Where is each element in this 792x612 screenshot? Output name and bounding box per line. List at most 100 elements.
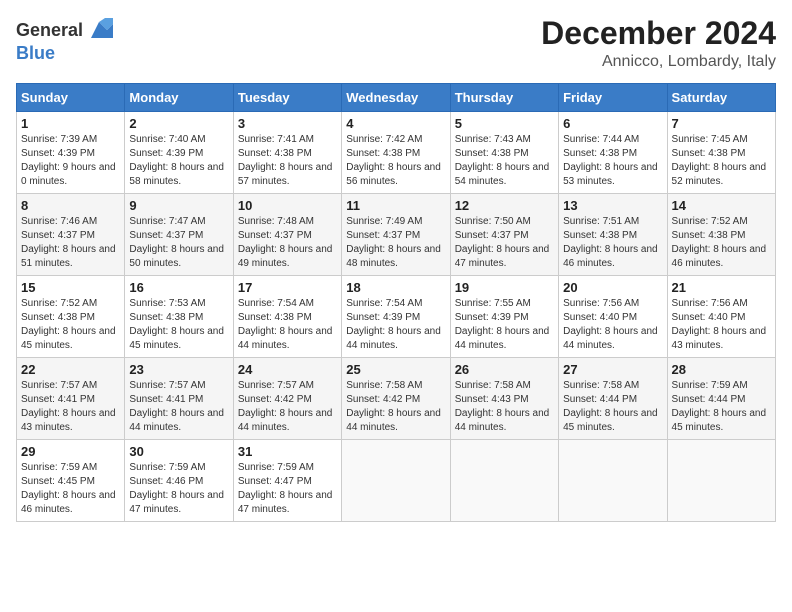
day-cell: 1 Sunrise: 7:39 AMSunset: 4:39 PMDaylight… xyxy=(17,112,125,194)
day-number: 14 xyxy=(672,198,771,213)
day-cell: 26 Sunrise: 7:58 AMSunset: 4:43 PMDayligh… xyxy=(450,358,558,440)
day-cell: 4 Sunrise: 7:42 AMSunset: 4:38 PMDaylight… xyxy=(342,112,450,194)
day-cell: 10Sunrise: 7:48 AMSunset: 4:37 PMDayligh… xyxy=(233,194,341,276)
day-number: 9 xyxy=(129,198,228,213)
week-row-5: 29Sunrise: 7:59 AMSunset: 4:45 PMDayligh… xyxy=(17,440,776,522)
day-number: 22 xyxy=(21,362,120,377)
col-header-friday: Friday xyxy=(559,84,667,112)
day-cell: 20Sunrise: 7:56 AMSunset: 4:40 PMDayligh… xyxy=(559,276,667,358)
week-row-1: 1 Sunrise: 7:39 AMSunset: 4:39 PMDaylight… xyxy=(17,112,776,194)
title-area: December 2024 Annicco, Lombardy, Italy xyxy=(541,16,776,71)
day-info: Sunrise: 7:52 AMSunset: 4:38 PMDaylight:… xyxy=(21,297,120,353)
day-number: 28 xyxy=(672,362,771,377)
day-cell: 24 Sunrise: 7:57 AMSunset: 4:42 PMDayligh… xyxy=(233,358,341,440)
day-cell: 21 Sunrise: 7:56 AMSunset: 4:40 PMDayligh… xyxy=(667,276,775,358)
day-info: Sunrise: 7:55 AMSunset: 4:39 PMDaylight:… xyxy=(455,297,554,353)
col-header-tuesday: Tuesday xyxy=(233,84,341,112)
day-info: Sunrise: 7:57 AMSunset: 4:41 PMDaylight:… xyxy=(129,379,228,435)
day-number: 6 xyxy=(563,116,662,131)
day-cell: 29Sunrise: 7:59 AMSunset: 4:45 PMDayligh… xyxy=(17,440,125,522)
day-cell xyxy=(559,440,667,522)
day-number: 31 xyxy=(238,444,337,459)
logo-text-general: General xyxy=(16,21,83,39)
day-info: Sunrise: 7:47 AMSunset: 4:37 PMDaylight:… xyxy=(129,215,228,271)
page-header: General Blue December 2024 Annicco, Lomb… xyxy=(16,16,776,71)
day-cell: 13Sunrise: 7:51 AMSunset: 4:38 PMDayligh… xyxy=(559,194,667,276)
day-number: 17 xyxy=(238,280,337,295)
day-cell xyxy=(342,440,450,522)
day-cell: 22Sunrise: 7:57 AMSunset: 4:41 PMDayligh… xyxy=(17,358,125,440)
day-info: Sunrise: 7:57 AMSunset: 4:42 PMDaylight:… xyxy=(238,379,337,435)
day-info: Sunrise: 7:41 AMSunset: 4:38 PMDaylight:… xyxy=(238,133,337,189)
col-header-sunday: Sunday xyxy=(17,84,125,112)
day-info: Sunrise: 7:44 AMSunset: 4:38 PMDaylight:… xyxy=(563,133,662,189)
day-number: 23 xyxy=(129,362,228,377)
day-cell: 2Sunrise: 7:40 AMSunset: 4:39 PMDaylight… xyxy=(125,112,233,194)
col-header-saturday: Saturday xyxy=(667,84,775,112)
day-number: 26 xyxy=(455,362,554,377)
day-info: Sunrise: 7:59 AMSunset: 4:46 PMDaylight:… xyxy=(129,461,228,517)
day-cell: 16Sunrise: 7:53 AMSunset: 4:38 PMDayligh… xyxy=(125,276,233,358)
day-info: Sunrise: 7:58 AMSunset: 4:42 PMDaylight:… xyxy=(346,379,445,435)
day-number: 11 xyxy=(346,198,445,213)
day-number: 29 xyxy=(21,444,120,459)
day-info: Sunrise: 7:48 AMSunset: 4:37 PMDaylight:… xyxy=(238,215,337,271)
day-number: 24 xyxy=(238,362,337,377)
day-info: Sunrise: 7:46 AMSunset: 4:37 PMDaylight:… xyxy=(21,215,120,271)
day-cell: 7 Sunrise: 7:45 AMSunset: 4:38 PMDaylight… xyxy=(667,112,775,194)
day-info: Sunrise: 7:59 AMSunset: 4:47 PMDaylight:… xyxy=(238,461,337,517)
logo-icon xyxy=(85,16,113,44)
day-number: 30 xyxy=(129,444,228,459)
day-cell: 18Sunrise: 7:54 AMSunset: 4:39 PMDayligh… xyxy=(342,276,450,358)
day-number: 12 xyxy=(455,198,554,213)
month-title: December 2024 xyxy=(541,16,776,51)
location-title: Annicco, Lombardy, Italy xyxy=(541,53,776,71)
day-info: Sunrise: 7:54 AMSunset: 4:38 PMDaylight:… xyxy=(238,297,337,353)
week-row-4: 22 Sunrise: 7:57 AMSunset: 4:41 PMDayligh… xyxy=(17,358,776,440)
day-cell: 9 Sunrise: 7:47 AMSunset: 4:37 PMDaylight… xyxy=(125,194,233,276)
week-row-3: 15Sunrise: 7:52 AMSunset: 4:38 PMDayligh… xyxy=(17,276,776,358)
day-number: 5 xyxy=(455,116,554,131)
day-cell: 6 Sunrise: 7:44 AMSunset: 4:38 PMDaylight… xyxy=(559,112,667,194)
day-cell: 17 Sunrise: 7:54 AMSunset: 4:38 PMDayligh… xyxy=(233,276,341,358)
header-row: SundayMondayTuesdayWednesdayThursdayFrid… xyxy=(17,84,776,112)
day-info: Sunrise: 7:56 AMSunset: 4:40 PMDaylight:… xyxy=(672,297,771,353)
day-info: Sunrise: 7:58 AMSunset: 4:43 PMDaylight:… xyxy=(455,379,554,435)
logo: General Blue xyxy=(16,16,113,64)
day-cell: 31 Sunrise: 7:59 AMSunset: 4:47 PMDayligh… xyxy=(233,440,341,522)
day-cell: 30 Sunrise: 7:59 AMSunset: 4:46 PMDayligh… xyxy=(125,440,233,522)
day-info: Sunrise: 7:59 AMSunset: 4:44 PMDaylight:… xyxy=(672,379,771,435)
day-number: 1 xyxy=(21,116,120,131)
day-info: Sunrise: 7:45 AMSunset: 4:38 PMDaylight:… xyxy=(672,133,771,189)
day-info: Sunrise: 7:39 AMSunset: 4:39 PMDaylight:… xyxy=(21,133,120,189)
col-header-thursday: Thursday xyxy=(450,84,558,112)
calendar-table: SundayMondayTuesdayWednesdayThursdayFrid… xyxy=(16,83,776,522)
day-cell: 28 Sunrise: 7:59 AMSunset: 4:44 PMDayligh… xyxy=(667,358,775,440)
day-cell: 25Sunrise: 7:58 AMSunset: 4:42 PMDayligh… xyxy=(342,358,450,440)
day-number: 18 xyxy=(346,280,445,295)
day-number: 8 xyxy=(21,198,120,213)
day-number: 2 xyxy=(129,116,228,131)
day-info: Sunrise: 7:49 AMSunset: 4:37 PMDaylight:… xyxy=(346,215,445,271)
day-cell: 8 Sunrise: 7:46 AMSunset: 4:37 PMDaylight… xyxy=(17,194,125,276)
day-number: 13 xyxy=(563,198,662,213)
day-cell: 11 Sunrise: 7:49 AMSunset: 4:37 PMDayligh… xyxy=(342,194,450,276)
day-cell: 5Sunrise: 7:43 AMSunset: 4:38 PMDaylight… xyxy=(450,112,558,194)
day-info: Sunrise: 7:58 AMSunset: 4:44 PMDaylight:… xyxy=(563,379,662,435)
day-number: 19 xyxy=(455,280,554,295)
day-info: Sunrise: 7:53 AMSunset: 4:38 PMDaylight:… xyxy=(129,297,228,353)
day-number: 21 xyxy=(672,280,771,295)
day-number: 3 xyxy=(238,116,337,131)
col-header-monday: Monday xyxy=(125,84,233,112)
day-number: 27 xyxy=(563,362,662,377)
day-cell: 3 Sunrise: 7:41 AMSunset: 4:38 PMDaylight… xyxy=(233,112,341,194)
week-row-2: 8 Sunrise: 7:46 AMSunset: 4:37 PMDaylight… xyxy=(17,194,776,276)
day-number: 4 xyxy=(346,116,445,131)
day-cell: 14Sunrise: 7:52 AMSunset: 4:38 PMDayligh… xyxy=(667,194,775,276)
day-info: Sunrise: 7:56 AMSunset: 4:40 PMDaylight:… xyxy=(563,297,662,353)
day-cell: 19 Sunrise: 7:55 AMSunset: 4:39 PMDayligh… xyxy=(450,276,558,358)
day-cell: 23 Sunrise: 7:57 AMSunset: 4:41 PMDayligh… xyxy=(125,358,233,440)
day-info: Sunrise: 7:42 AMSunset: 4:38 PMDaylight:… xyxy=(346,133,445,189)
day-number: 7 xyxy=(672,116,771,131)
day-cell: 12Sunrise: 7:50 AMSunset: 4:37 PMDayligh… xyxy=(450,194,558,276)
